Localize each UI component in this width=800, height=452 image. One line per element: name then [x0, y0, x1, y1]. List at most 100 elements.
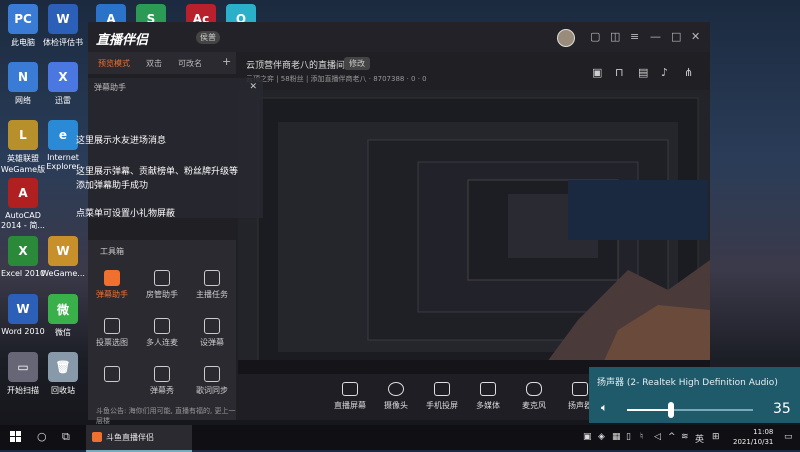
desktop-icon-label: WeGame... — [41, 269, 85, 278]
scene-tabs: 预览模式 双击 可改名 + — [88, 52, 236, 74]
gift-icon[interactable]: ▣ — [592, 66, 602, 79]
speaker-icon — [572, 382, 588, 396]
microphone-icon[interactable]: ♮ — [640, 432, 643, 442]
close-icon[interactable]: ✕ — [691, 30, 700, 43]
title-bar: 直播伴侣 侯普 ▢ ◫ ≡ — □ ✕ — [88, 22, 710, 52]
user-avatar[interactable] — [557, 29, 575, 47]
speaker-device-name: 扬声器 (2- Realtek High Definition Audio) — [597, 378, 778, 388]
tool-room-manager[interactable]: 房管助手 — [142, 270, 182, 300]
tool-danmu-assistant[interactable]: 弹幕助手 — [92, 270, 132, 300]
chevron-up-icon[interactable]: ^ — [668, 432, 676, 442]
desktop-icon[interactable]: 微微信 — [38, 294, 88, 338]
volume-icon[interactable]: ◁ — [654, 432, 661, 442]
screen-icon — [342, 382, 358, 396]
input-method-icon[interactable]: ⊞ — [712, 432, 720, 442]
search-icon[interactable]: ○ — [37, 430, 47, 443]
multimedia-button[interactable]: 多媒体 — [468, 382, 508, 411]
overlay-title: 弹幕助手 — [94, 83, 126, 92]
edit-room-button[interactable]: 修改 — [344, 57, 370, 70]
maximize-icon[interactable]: □ — [671, 30, 681, 43]
grid-icon — [154, 366, 170, 382]
volume-slider[interactable] — [627, 402, 753, 418]
add-tab-button[interactable]: + — [222, 55, 231, 68]
settings-icon — [204, 318, 220, 334]
room-title: 云顶营伴商老八的直播间 — [246, 61, 346, 71]
speaker-volume-popup: 扬声器 (2- Realtek High Definition Audio) 🔈… — [589, 367, 800, 423]
share-icon[interactable]: ⋔ — [684, 66, 693, 79]
shield-icon[interactable]: ◈ — [598, 432, 605, 442]
wifi-icon[interactable]: ≋ — [681, 432, 689, 442]
recursive-preview-graphic — [238, 90, 710, 374]
taskbar: ○ ⧉ 斗鱼直播伴侣 ▣ ◈ ▦ ▯ ♮ ◁ ^ ≋ 英 ⊞ 11:08 202… — [0, 425, 800, 452]
menu-icon[interactable]: ≡ — [630, 30, 639, 43]
app-icon: PC — [8, 4, 38, 34]
chat-message: 这里展示弹幕、贡献榜单、粉丝牌升级等 — [76, 167, 239, 177]
tool-anchor-task[interactable]: 主播任务 — [192, 270, 232, 300]
desktop-icon[interactable]: 🗑 回收站 — [38, 352, 88, 396]
toolbox-panel: 工具箱 弹幕助手 房管助手 主播任务 投票选图 多人连麦 设弹幕 弹幕秀 歌词同… — [88, 240, 236, 425]
tool-multi-mic[interactable]: 多人连麦 — [142, 318, 182, 348]
desktop-icon-label: 迅雷 — [55, 96, 71, 105]
download-icon — [104, 366, 120, 382]
app-icon: W — [48, 4, 78, 34]
tool-extra[interactable] — [92, 366, 132, 385]
notification-icon[interactable]: ▭ — [784, 432, 793, 442]
share-screen-icon[interactable]: ▤ — [638, 66, 648, 79]
app-icon: W — [48, 236, 78, 266]
network-icon[interactable]: ▦ — [612, 432, 621, 442]
message-icon[interactable]: ▢ — [590, 30, 600, 43]
minimize-icon[interactable]: — — [650, 30, 661, 43]
tool-lyric-sync[interactable]: 歌词同步 — [192, 366, 232, 396]
task-icon — [204, 270, 220, 286]
tab-rename[interactable]: 可改名 — [178, 58, 202, 69]
tab-preview[interactable]: 预览模式 — [98, 58, 130, 69]
desktop-icon-label: AutoCAD 2014 - 简... — [1, 211, 45, 230]
desktop-icon[interactable]: X 迅雷 — [38, 62, 88, 106]
play-icon — [480, 382, 496, 396]
camera-button[interactable]: 摄像头 — [376, 382, 416, 411]
tray-app-icon[interactable]: ▣ — [583, 432, 592, 442]
app-icon: X — [8, 236, 38, 266]
app-icon: ▭ — [8, 352, 38, 382]
desktop-icon[interactable]: W WeGame... — [38, 236, 88, 278]
overlay-close-icon[interactable]: ✕ — [249, 82, 257, 92]
tool-vote[interactable]: 投票选图 — [92, 318, 132, 348]
microphone-button[interactable]: 麦克风 — [514, 382, 554, 411]
desktop-icon[interactable]: A AutoCAD 2014 - 简... — [0, 178, 48, 231]
clock-time: 11:08 — [753, 428, 774, 436]
app-icon: W — [8, 294, 38, 324]
tool-set-danmu[interactable]: 设弹幕 — [192, 318, 232, 348]
live-preview[interactable] — [238, 90, 710, 374]
chat-message: 点菜单可设置小礼物屏蔽 — [76, 209, 176, 219]
bell-icon[interactable]: ♪ — [661, 66, 668, 79]
tool-danmu-show[interactable]: 弹幕秀 — [142, 366, 182, 396]
camera-icon — [388, 382, 404, 396]
phone-cast-button[interactable]: 手机投屏 — [422, 382, 462, 411]
windows-start-icon[interactable] — [10, 431, 22, 443]
skin-icon[interactable]: ◫ — [610, 30, 620, 43]
speaker-icon[interactable]: 🔈︎ — [601, 401, 608, 415]
desktop-icon-label: 回收站 — [51, 386, 75, 395]
screen-capture-button[interactable]: 直播屏幕 — [330, 382, 370, 411]
announcement: 斗鱼公告: 海你们用可能, 直播有福的, 更上一层楼 — [96, 407, 236, 425]
version-badge[interactable]: 侯普 — [196, 31, 220, 44]
app-icon: L — [8, 120, 38, 150]
task-view-icon[interactable]: ⧉ — [62, 430, 70, 444]
volume-value: 35 — [773, 401, 791, 417]
lock-icon[interactable]: ⊓ — [615, 66, 624, 79]
taskbar-app-live-companion[interactable]: 斗鱼直播伴侣 — [86, 425, 192, 452]
usb-icon[interactable]: ▯ — [626, 432, 631, 442]
input-language[interactable]: 英 — [695, 432, 704, 445]
desktop-icon-label: 体检评估书 — [43, 38, 83, 47]
user-icon — [154, 270, 170, 286]
desktop-icon[interactable]: W 体检评估书 — [38, 4, 88, 48]
chat-message: 这里展示水友进场消息 — [76, 136, 167, 146]
clock-date: 2021/10/31 — [733, 438, 774, 446]
tab-double-click[interactable]: 双击 — [146, 58, 162, 69]
volume-thumb[interactable] — [668, 402, 675, 418]
phone-icon — [434, 382, 450, 396]
room-info: 云顶之弈 | 58粉丝 | 添加直播伴商老八 · 8707388 · 0 · 0 — [246, 75, 427, 83]
toolbox-title: 工具箱 — [100, 247, 124, 256]
desktop-icon-label: 微信 — [55, 328, 71, 337]
clock[interactable]: 11:08 2021/10/31 — [733, 427, 773, 447]
